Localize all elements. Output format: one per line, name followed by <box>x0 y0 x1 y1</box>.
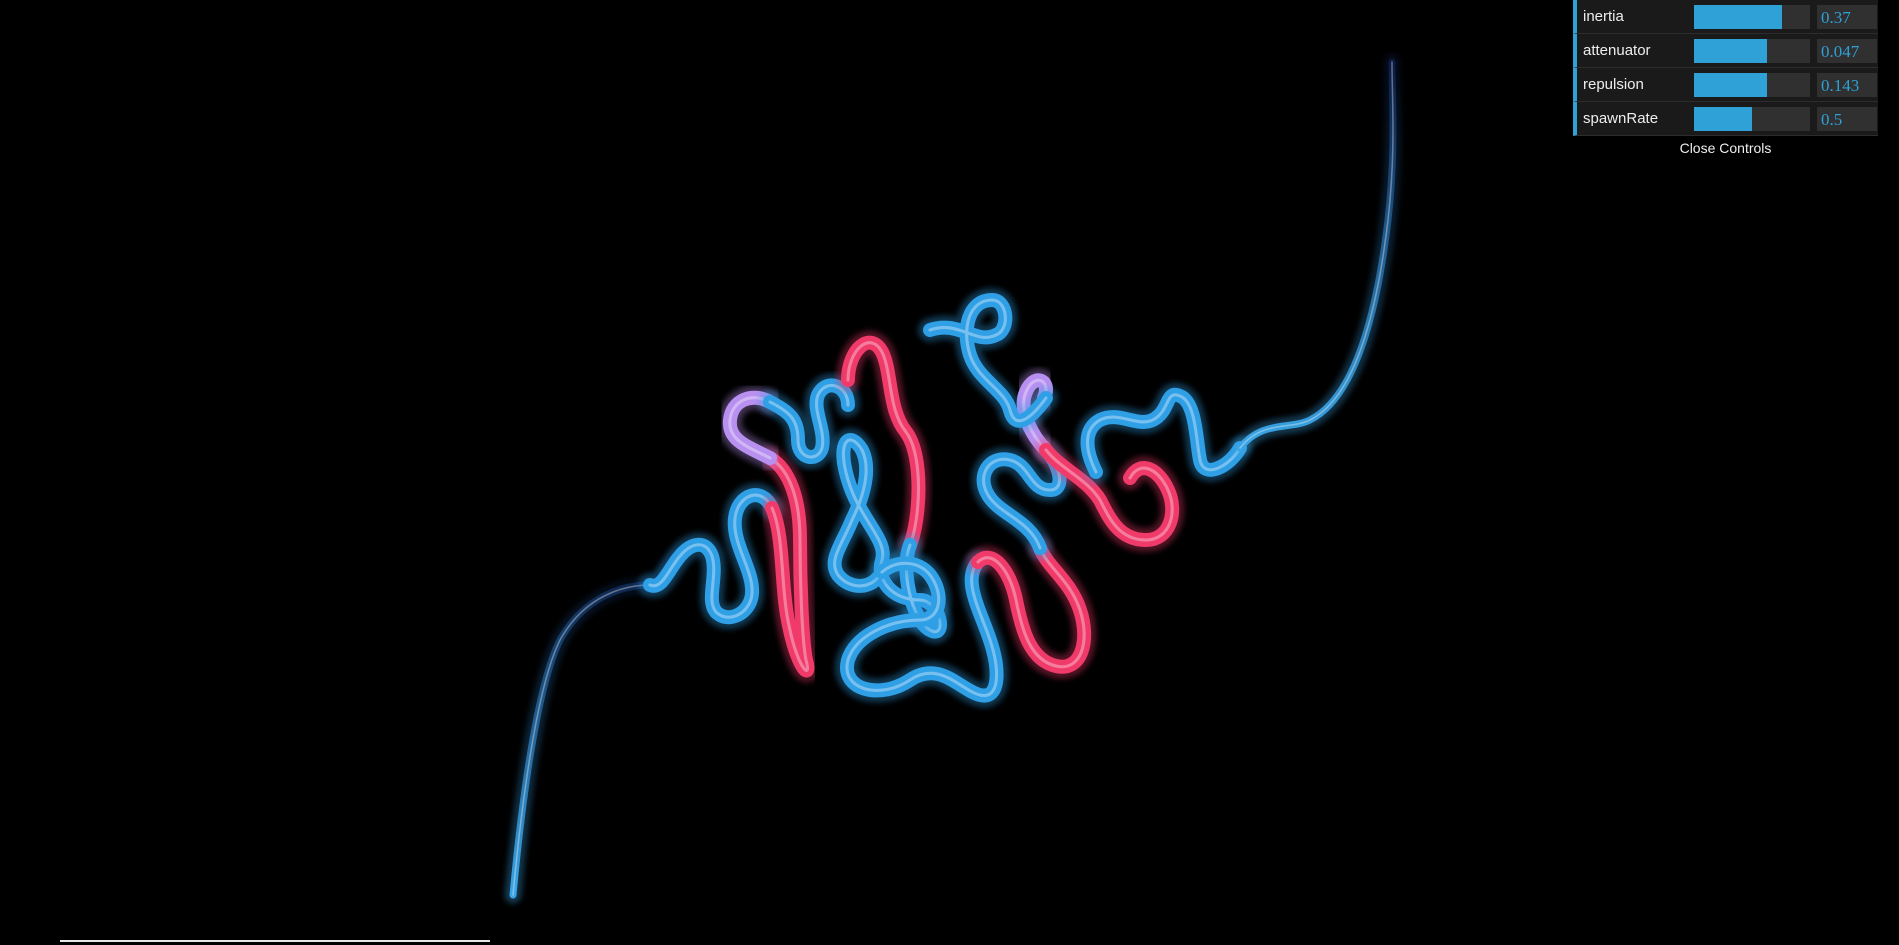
control-label: inertia <box>1583 8 1624 25</box>
spawnrate-slider[interactable] <box>1694 107 1810 131</box>
stage: inertia attenuator repulsion <box>0 0 1899 945</box>
tube-segment-glow <box>1231 53 1402 457</box>
slider-fill <box>1694 5 1783 29</box>
repulsion-value-input[interactable] <box>1817 73 1877 97</box>
controls-panel: inertia attenuator repulsion <box>1573 0 1878 160</box>
repulsion-slider[interactable] <box>1694 73 1810 97</box>
slider-fill <box>1694 39 1768 63</box>
tube-segment <box>509 548 686 899</box>
tube-segment-glow <box>918 288 1058 433</box>
control-label: repulsion <box>1583 76 1644 93</box>
slider-fill <box>1694 107 1752 131</box>
controls-list: inertia attenuator repulsion <box>1573 0 1878 136</box>
control-row-inertia: inertia <box>1573 0 1878 34</box>
control-label: attenuator <box>1583 42 1651 59</box>
bottom-progress-line <box>60 940 490 942</box>
control-label: spawnRate <box>1583 110 1659 127</box>
control-row-spawnrate: spawnRate <box>1573 102 1878 136</box>
slider-fill <box>1694 73 1768 97</box>
tube-curve <box>504 53 1402 904</box>
control-row-repulsion: repulsion <box>1573 68 1878 102</box>
control-row-attenuator: attenuator <box>1573 34 1878 68</box>
inertia-slider[interactable] <box>1694 5 1810 29</box>
tube-segment <box>1236 58 1397 452</box>
close-controls-button[interactable]: Close Controls <box>1573 136 1878 160</box>
attenuator-value-input[interactable] <box>1817 39 1877 63</box>
attenuator-slider[interactable] <box>1694 39 1810 63</box>
tube-segment-highlight <box>1239 61 1394 449</box>
spawnrate-value-input[interactable] <box>1817 107 1877 131</box>
inertia-value-input[interactable] <box>1817 5 1877 29</box>
